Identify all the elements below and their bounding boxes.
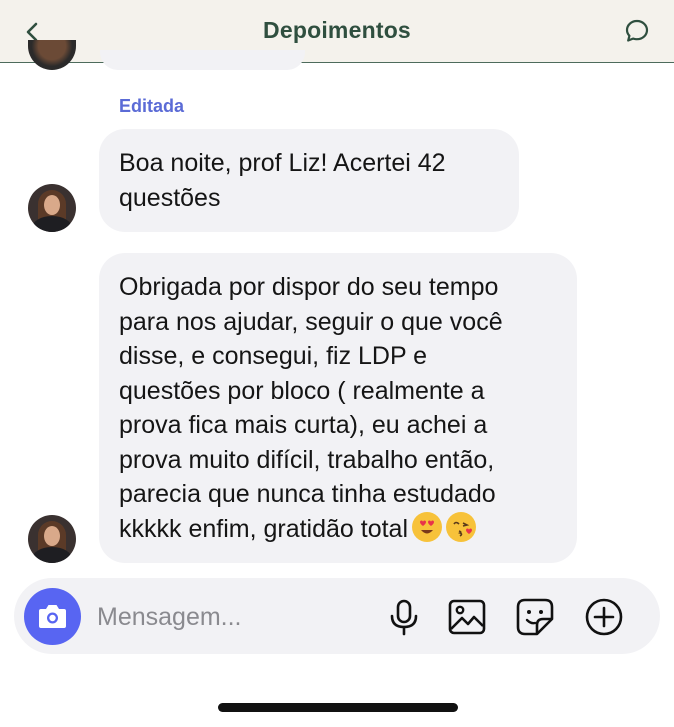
message-line: kkkkk enfim, gratidão total [119,511,557,547]
edited-label: Editada [119,96,185,116]
camera-button[interactable] [24,588,81,645]
chat-button[interactable] [624,18,650,44]
message-bubble[interactable]: Obrigada por dispor do seu tempo para no… [99,253,577,563]
message-line: Obrigada por dispor do seu tempo [119,273,499,301]
plus-circle-icon [585,598,623,636]
avatar [28,40,76,70]
message-input[interactable] [97,600,357,634]
message-bubble[interactable]: Boa noite, prof Liz! Acertei 42 questões [99,129,519,232]
chat-bubble-icon [625,19,649,42]
message-composer [14,578,660,654]
message-line: Boa noite, prof Liz! Acertei 42 [119,149,446,177]
message-line: parecia que nunca tinha estudado [119,480,496,508]
microphone-icon [390,599,418,636]
microphone-button[interactable] [384,597,424,637]
avatar[interactable] [28,184,76,232]
message-line: questões [119,183,221,212]
heart-eyes-emoji-icon [412,511,443,542]
page-title: Depoimentos [263,17,411,43]
message-line-text: kkkkk enfim, gratidão total [119,514,409,543]
home-indicator[interactable] [218,703,458,712]
message-bubble [100,50,305,70]
message-line: questões por bloco ( realmente a [119,376,485,405]
avatar[interactable] [28,515,76,563]
message-line: para nos ajudar, seguir o que você [119,307,503,336]
sticker-button[interactable] [515,597,555,637]
add-button[interactable] [584,597,624,637]
sticker-icon [516,598,554,636]
gallery-button[interactable] [447,597,487,637]
message-line: prova fica mais curta), eu achei a [119,411,488,439]
image-icon [448,599,486,635]
camera-icon [39,605,66,628]
kissing-face-emoji-icon [446,511,477,542]
message-line: disse, e consegui, fiz LDP e [119,342,428,370]
message-line: prova muito difícil, trabalho então, [119,445,495,474]
